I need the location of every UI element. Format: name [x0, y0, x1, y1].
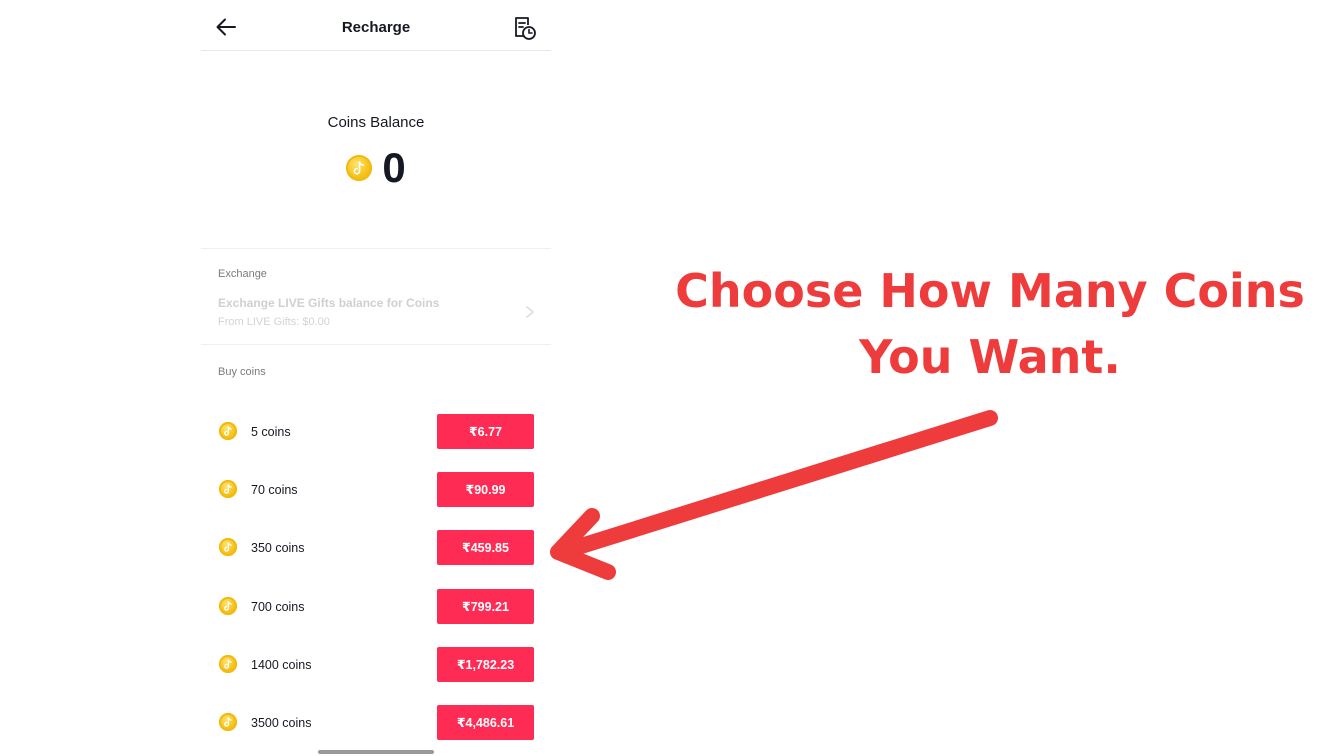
- screenshot-canvas: Recharge Coins Balance 0 Exchange Exchan…: [0, 0, 1344, 756]
- tiktok-coin-icon: [219, 422, 237, 440]
- exchange-title: Exchange LIVE Gifts balance for Coins: [218, 296, 440, 310]
- buy-price-button[interactable]: ₹1,782.23: [437, 647, 534, 682]
- coin-package-amount: 700 coins: [251, 600, 305, 614]
- transaction-history-icon: [515, 17, 536, 40]
- annotation-text: Choose How Many Coins You Want.: [660, 258, 1320, 390]
- recharge-screen: Recharge Coins Balance 0 Exchange Exchan…: [201, 0, 551, 756]
- buy-price-button[interactable]: ₹4,486.61: [437, 705, 534, 740]
- buy-price-button[interactable]: ₹6.77: [437, 414, 534, 449]
- transaction-history-button[interactable]: [512, 16, 538, 42]
- coin-package-amount: 350 coins: [251, 541, 305, 555]
- tiktok-coin-icon: [219, 480, 237, 498]
- buy-price-button[interactable]: ₹90.99: [437, 472, 534, 507]
- coin-package-row: 3500 coins ₹4,486.61: [201, 705, 551, 741]
- annotation-line-2: You Want.: [859, 330, 1121, 384]
- buy-price-button[interactable]: ₹799.21: [437, 589, 534, 624]
- tiktok-coin-icon: [219, 713, 237, 731]
- tiktok-coin-icon: [219, 597, 237, 615]
- coin-package-amount: 1400 coins: [251, 658, 312, 672]
- coin-package-amount: 3500 coins: [251, 716, 312, 730]
- home-indicator[interactable]: [318, 750, 434, 754]
- top-nav-bar: Recharge: [201, 0, 551, 51]
- exchange-section-label: Exchange: [218, 268, 267, 280]
- exchange-live-gifts-row[interactable]: Exchange LIVE Gifts balance for Coins Fr…: [201, 290, 551, 340]
- chevron-right-icon: [526, 306, 534, 318]
- coin-package-row: 70 coins ₹90.99: [201, 472, 551, 508]
- annotation-arrow-icon: [550, 410, 998, 580]
- section-divider: [201, 248, 551, 249]
- buy-coins-section-label: Buy coins: [218, 366, 266, 378]
- tiktok-coin-icon: [219, 655, 237, 673]
- coin-package-amount: 5 coins: [251, 425, 291, 439]
- coin-package-amount: 70 coins: [251, 483, 298, 497]
- buy-price-button[interactable]: ₹459.85: [437, 530, 534, 565]
- coin-package-row: 350 coins ₹459.85: [201, 530, 551, 566]
- coins-balance-value: 0: [382, 144, 406, 191]
- annotation-line-1: Choose How Many Coins: [675, 264, 1305, 318]
- page-title: Recharge: [341, 19, 411, 36]
- coin-package-row: 700 coins ₹799.21: [201, 589, 551, 625]
- tiktok-coin-icon: [346, 155, 373, 181]
- tiktok-coin-icon: [219, 538, 237, 556]
- coins-balance-label: Coins Balance: [327, 114, 425, 131]
- exchange-subtitle: From LIVE Gifts: $0.00: [218, 316, 330, 328]
- coin-package-row: 1400 coins ₹1,782.23: [201, 647, 551, 683]
- section-divider: [201, 344, 551, 345]
- coins-balance-row: 0: [201, 145, 551, 191]
- coin-package-row: 5 coins ₹6.77: [201, 414, 551, 450]
